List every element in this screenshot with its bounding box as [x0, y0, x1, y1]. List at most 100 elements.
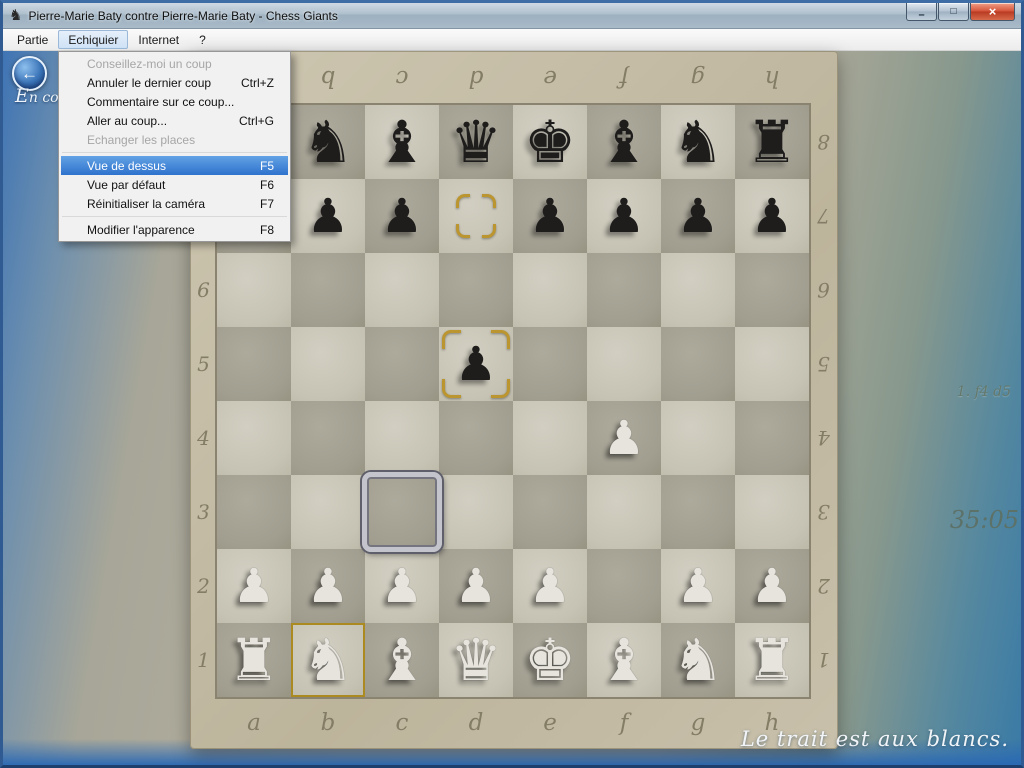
square-c4[interactable] — [365, 401, 439, 475]
square-g7[interactable]: ♟ — [661, 179, 735, 253]
square-b8[interactable]: ♞ — [291, 105, 365, 179]
square-h5[interactable] — [735, 327, 809, 401]
menu-item-appearance[interactable]: Modifier l'apparenceF8 — [61, 220, 288, 239]
square-g4[interactable] — [661, 401, 735, 475]
square-f5[interactable] — [587, 327, 661, 401]
white-queen-d1[interactable]: ♛ — [439, 623, 513, 697]
black-knight-b8[interactable]: ♞ — [291, 105, 365, 179]
maximize-button[interactable]: □ — [938, 3, 969, 21]
square-a6[interactable] — [217, 253, 291, 327]
white-pawn-c2[interactable]: ♟ — [365, 549, 439, 623]
black-rook-h8[interactable]: ♜ — [735, 105, 809, 179]
window-titlebar[interactable]: ♞ Pierre-Marie Baty contre Pierre-Marie … — [3, 3, 1021, 29]
square-h4[interactable] — [735, 401, 809, 475]
square-f6[interactable] — [587, 253, 661, 327]
white-pawn-f4[interactable]: ♟ — [587, 401, 661, 475]
white-rook-a1[interactable]: ♜ — [217, 623, 291, 697]
square-e4[interactable] — [513, 401, 587, 475]
menu-item-default-view[interactable]: Vue par défautF6 — [61, 175, 288, 194]
square-d6[interactable] — [439, 253, 513, 327]
black-bishop-c8[interactable]: ♝ — [365, 105, 439, 179]
square-d5[interactable]: ♟ — [439, 327, 513, 401]
square-f3[interactable] — [587, 475, 661, 549]
square-g3[interactable] — [661, 475, 735, 549]
square-b4[interactable] — [291, 401, 365, 475]
menubar-item-help[interactable]: ? — [189, 30, 216, 49]
black-pawn-c7[interactable]: ♟ — [365, 179, 439, 253]
white-bishop-f1[interactable]: ♝ — [587, 623, 661, 697]
minimize-button[interactable]: – — [906, 3, 937, 21]
black-king-e8[interactable]: ♚ — [513, 105, 587, 179]
square-e2[interactable]: ♟ — [513, 549, 587, 623]
white-knight-g1[interactable]: ♞ — [661, 623, 735, 697]
black-pawn-g7[interactable]: ♟ — [661, 179, 735, 253]
square-c6[interactable] — [365, 253, 439, 327]
black-pawn-d5[interactable]: ♟ — [439, 327, 513, 401]
white-rook-h1[interactable]: ♜ — [735, 623, 809, 697]
square-g2[interactable]: ♟ — [661, 549, 735, 623]
square-c1[interactable]: ♝ — [365, 623, 439, 697]
white-pawn-b2[interactable]: ♟ — [291, 549, 365, 623]
square-f7[interactable]: ♟ — [587, 179, 661, 253]
square-d2[interactable]: ♟ — [439, 549, 513, 623]
square-a2[interactable]: ♟ — [217, 549, 291, 623]
white-pawn-e2[interactable]: ♟ — [513, 549, 587, 623]
black-knight-g8[interactable]: ♞ — [661, 105, 735, 179]
white-pawn-a2[interactable]: ♟ — [217, 549, 291, 623]
menu-item-comment[interactable]: Commentaire sur ce coup... — [61, 92, 288, 111]
square-g8[interactable]: ♞ — [661, 105, 735, 179]
close-button[interactable]: × — [970, 3, 1015, 21]
menubar-item-internet[interactable]: Internet — [128, 30, 189, 49]
square-d7[interactable] — [439, 179, 513, 253]
square-c3[interactable] — [365, 475, 439, 549]
square-f1[interactable]: ♝ — [587, 623, 661, 697]
black-bishop-f8[interactable]: ♝ — [587, 105, 661, 179]
square-b5[interactable] — [291, 327, 365, 401]
white-knight-b1[interactable]: ♞ — [291, 623, 365, 697]
app-icon[interactable]: ♞ — [9, 8, 22, 23]
menubar-item-partie[interactable]: Partie — [7, 30, 58, 49]
menubar-item-echiquier[interactable]: Echiquier — [58, 30, 128, 49]
square-h7[interactable]: ♟ — [735, 179, 809, 253]
square-h1[interactable]: ♜ — [735, 623, 809, 697]
square-h2[interactable]: ♟ — [735, 549, 809, 623]
menu-item-reset-camera[interactable]: Réinitialiser la caméraF7 — [61, 194, 288, 213]
menu-item-top-view[interactable]: Vue de dessusF5 — [61, 156, 288, 175]
square-d1[interactable]: ♛ — [439, 623, 513, 697]
square-c8[interactable]: ♝ — [365, 105, 439, 179]
square-e6[interactable] — [513, 253, 587, 327]
square-h3[interactable] — [735, 475, 809, 549]
square-a3[interactable] — [217, 475, 291, 549]
square-b2[interactable]: ♟ — [291, 549, 365, 623]
menu-item-goto-move[interactable]: Aller au coup...Ctrl+G — [61, 111, 288, 130]
square-a1[interactable]: ♜ — [217, 623, 291, 697]
white-pawn-h2[interactable]: ♟ — [735, 549, 809, 623]
square-g1[interactable]: ♞ — [661, 623, 735, 697]
menu-item-undo[interactable]: Annuler le dernier coupCtrl+Z — [61, 73, 288, 92]
square-h8[interactable]: ♜ — [735, 105, 809, 179]
square-c5[interactable] — [365, 327, 439, 401]
square-d3[interactable] — [439, 475, 513, 549]
white-pawn-d2[interactable]: ♟ — [439, 549, 513, 623]
square-c2[interactable]: ♟ — [365, 549, 439, 623]
black-pawn-e7[interactable]: ♟ — [513, 179, 587, 253]
black-pawn-f7[interactable]: ♟ — [587, 179, 661, 253]
square-a4[interactable] — [217, 401, 291, 475]
white-king-e1[interactable]: ♚ — [513, 623, 587, 697]
square-b1[interactable]: ♞ — [291, 623, 365, 697]
square-f4[interactable]: ♟ — [587, 401, 661, 475]
square-g6[interactable] — [661, 253, 735, 327]
black-queen-d8[interactable]: ♛ — [439, 105, 513, 179]
square-f2[interactable] — [587, 549, 661, 623]
square-d4[interactable] — [439, 401, 513, 475]
square-e3[interactable] — [513, 475, 587, 549]
square-d8[interactable]: ♛ — [439, 105, 513, 179]
black-pawn-h7[interactable]: ♟ — [735, 179, 809, 253]
white-pawn-g2[interactable]: ♟ — [661, 549, 735, 623]
square-f8[interactable]: ♝ — [587, 105, 661, 179]
square-a5[interactable] — [217, 327, 291, 401]
square-e5[interactable] — [513, 327, 587, 401]
black-pawn-b7[interactable]: ♟ — [291, 179, 365, 253]
square-b3[interactable] — [291, 475, 365, 549]
square-e7[interactable]: ♟ — [513, 179, 587, 253]
